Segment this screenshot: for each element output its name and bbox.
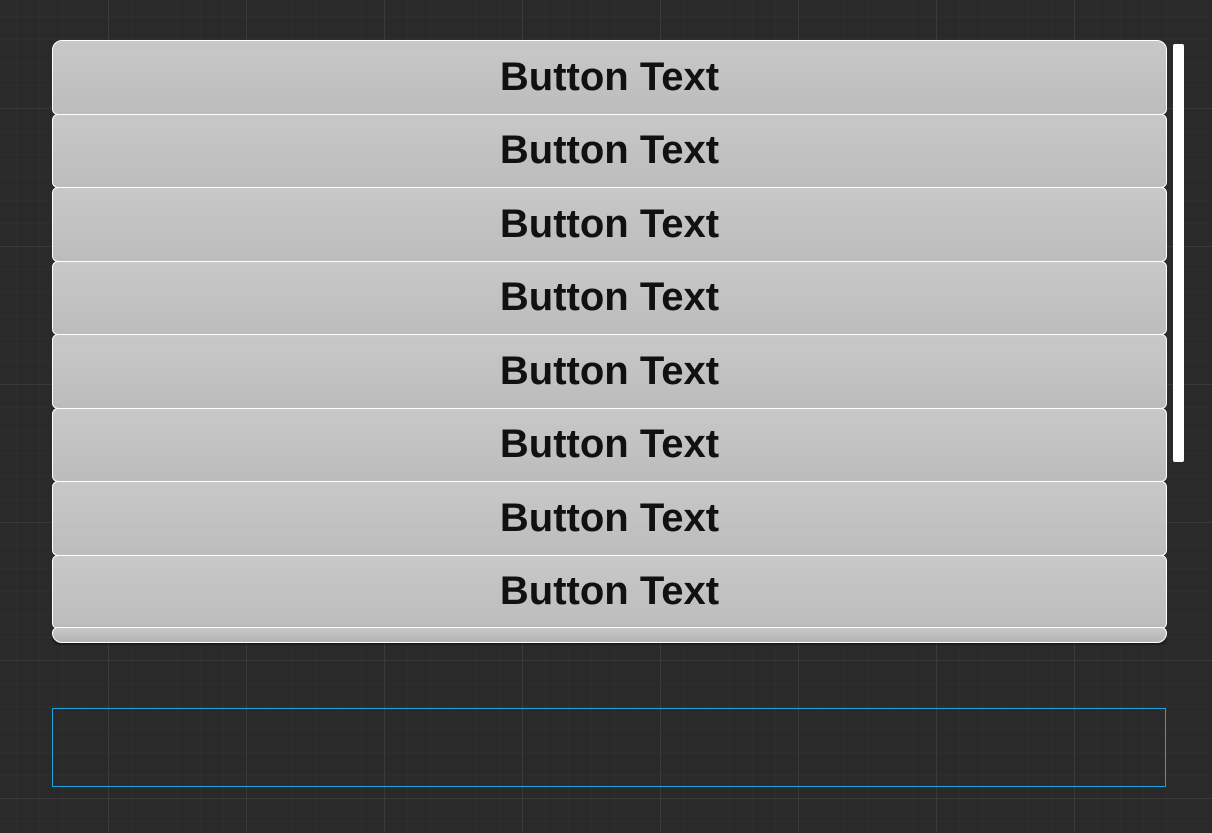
list-button-6[interactable]: Button Text bbox=[52, 481, 1167, 556]
scrollbar-vertical[interactable] bbox=[1173, 44, 1184, 462]
list-button-7[interactable]: Button Text bbox=[52, 555, 1167, 630]
list-button-5[interactable]: Button Text bbox=[52, 408, 1167, 483]
selected-ui-element[interactable] bbox=[52, 708, 1166, 787]
list-button-label: Button Text bbox=[500, 202, 719, 247]
scrollview-content: Button Text Button Text Button Text Butt… bbox=[52, 40, 1167, 643]
list-button-label: Button Text bbox=[500, 275, 719, 320]
list-button-label: Button Text bbox=[500, 349, 719, 394]
list-button-label: Button Text bbox=[500, 55, 719, 100]
scrollview-viewport[interactable]: Button Text Button Text Button Text Butt… bbox=[52, 40, 1167, 645]
list-button-1[interactable]: Button Text bbox=[52, 114, 1167, 189]
list-button-label: Button Text bbox=[500, 422, 719, 467]
list-button-partial[interactable] bbox=[52, 627, 1167, 643]
list-button-label: Button Text bbox=[500, 496, 719, 541]
list-button-label: Button Text bbox=[500, 569, 719, 614]
list-button-4[interactable]: Button Text bbox=[52, 334, 1167, 409]
list-button-3[interactable]: Button Text bbox=[52, 261, 1167, 336]
list-button-2[interactable]: Button Text bbox=[52, 187, 1167, 262]
list-button-0[interactable]: Button Text bbox=[52, 40, 1167, 115]
list-button-label: Button Text bbox=[500, 128, 719, 173]
